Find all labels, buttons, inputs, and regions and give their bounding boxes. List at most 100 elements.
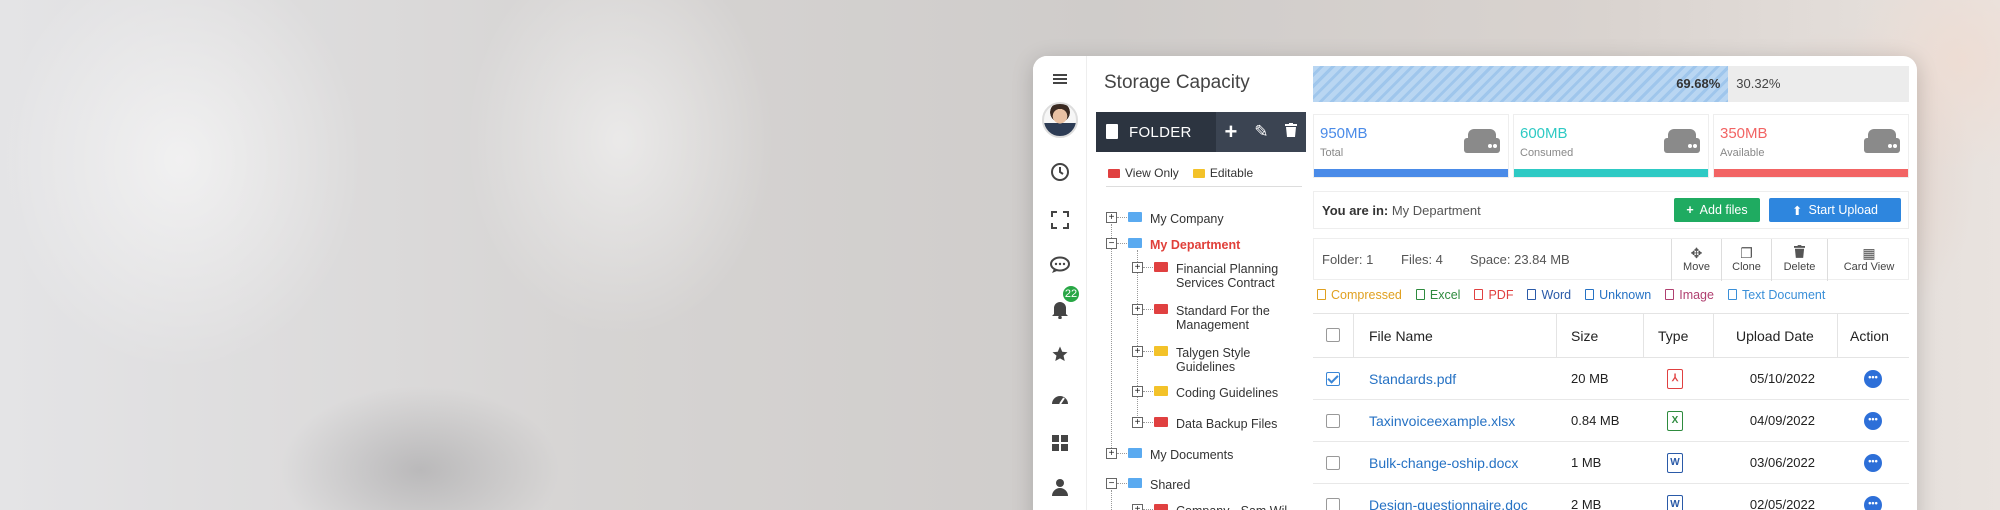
row-checkbox[interactable] bbox=[1326, 498, 1340, 510]
avatar[interactable] bbox=[1042, 102, 1078, 138]
column-separator bbox=[1556, 314, 1557, 358]
folder-icon bbox=[1154, 417, 1168, 427]
stat-total: 950MB Total bbox=[1313, 114, 1509, 178]
divider bbox=[1106, 186, 1302, 187]
delete-folder-icon[interactable] bbox=[1285, 122, 1298, 142]
tree-item-label: Standard For the Management bbox=[1176, 304, 1270, 332]
row-checkbox[interactable] bbox=[1326, 414, 1340, 428]
expand-icon[interactable]: + bbox=[1132, 304, 1143, 315]
file-name-link[interactable]: Taxinvoiceexample.xlsx bbox=[1369, 413, 1515, 429]
chat-icon[interactable] bbox=[1045, 250, 1075, 280]
expand-icon[interactable]: + bbox=[1106, 448, 1117, 459]
legend-editable: Editable bbox=[1192, 166, 1254, 180]
menu-icon[interactable] bbox=[1045, 64, 1075, 94]
row-checkbox[interactable] bbox=[1326, 456, 1340, 470]
more-actions-icon[interactable]: ••• bbox=[1864, 496, 1882, 510]
col-action: Action bbox=[1850, 328, 1889, 344]
stat-bar bbox=[1714, 169, 1908, 177]
file-type-word: Word bbox=[1527, 288, 1571, 302]
add-folder-icon[interactable]: + bbox=[1224, 119, 1237, 145]
trash-icon bbox=[1772, 245, 1827, 261]
col-upload-date[interactable]: Upload Date bbox=[1736, 328, 1814, 344]
tree-line bbox=[1111, 224, 1112, 456]
expand-icon[interactable]: + bbox=[1132, 504, 1143, 510]
col-size[interactable]: Size bbox=[1571, 328, 1598, 344]
column-separator bbox=[1353, 314, 1354, 358]
stat-label: Total bbox=[1320, 147, 1344, 159]
legend-label: View Only bbox=[1125, 166, 1179, 180]
file-icon bbox=[1665, 289, 1675, 300]
delete-label: Delete bbox=[1783, 261, 1816, 273]
add-files-label: Add files bbox=[1699, 203, 1748, 217]
upload-icon: ⬆ bbox=[1792, 203, 1803, 218]
capacity-used-fill: 69.68% bbox=[1313, 66, 1729, 102]
more-actions-icon[interactable]: ••• bbox=[1864, 412, 1882, 430]
delete-button[interactable]: Delete bbox=[1771, 239, 1827, 281]
dashboard-icon[interactable] bbox=[1045, 384, 1075, 414]
path-bar: You are in: My Department + Add files ⬆ St… bbox=[1313, 191, 1909, 229]
expand-icon[interactable]: + bbox=[1132, 417, 1143, 428]
folder-title: FOLDER bbox=[1129, 124, 1192, 141]
table-row[interactable]: Standards.pdf 20 MB ⅄ 05/10/2022 ••• bbox=[1313, 358, 1909, 400]
col-file-name[interactable]: File Name bbox=[1369, 328, 1433, 344]
expand-icon[interactable]: + bbox=[1106, 212, 1117, 223]
document-icon bbox=[1106, 124, 1118, 139]
add-files-button[interactable]: + Add files bbox=[1674, 198, 1760, 222]
more-actions-icon[interactable]: ••• bbox=[1864, 454, 1882, 472]
start-upload-label: Start Upload bbox=[1808, 203, 1878, 217]
file-name-link[interactable]: Design-questionnaire.doc bbox=[1369, 497, 1528, 510]
capacity-free-label: 30.32% bbox=[1736, 76, 1781, 91]
stat-available: 350MB Available bbox=[1713, 114, 1909, 178]
user-icon[interactable] bbox=[1045, 472, 1075, 502]
tree-item-label: Financial Planning Services Contract bbox=[1176, 262, 1279, 290]
clone-label: Clone bbox=[1732, 261, 1761, 273]
file-table: File Name Size Type Upload Date Action S… bbox=[1313, 313, 1909, 510]
expand-icon[interactable]: + bbox=[1132, 262, 1143, 273]
file-name-link[interactable]: Bulk-change-oship.docx bbox=[1369, 455, 1518, 471]
tree-item-label: My Documents bbox=[1150, 448, 1234, 462]
edit-folder-icon[interactable]: ✎ bbox=[1254, 122, 1268, 142]
stat-bar bbox=[1514, 169, 1708, 177]
expand-icon[interactable]: + bbox=[1132, 346, 1143, 357]
row-checkbox[interactable] bbox=[1326, 372, 1340, 386]
capacity-used-label: 69.68% bbox=[1676, 76, 1721, 91]
upload-date: 03/06/2022 bbox=[1749, 455, 1815, 470]
tree-item-label: Talygen Style Guidelines bbox=[1176, 346, 1251, 374]
start-upload-button[interactable]: ⬆ Start Upload bbox=[1769, 198, 1901, 222]
legend-view-only: View Only bbox=[1108, 166, 1179, 180]
select-all-checkbox[interactable] bbox=[1326, 328, 1340, 342]
file-icon bbox=[1727, 289, 1737, 300]
star-icon[interactable] bbox=[1045, 339, 1075, 369]
hard-drive-icon bbox=[1464, 129, 1500, 153]
storage-capacity-bar: 69.68% 30.32% bbox=[1313, 66, 1909, 102]
more-actions-icon[interactable]: ••• bbox=[1864, 370, 1882, 388]
breadcrumb: You are in: My Department bbox=[1322, 203, 1481, 218]
folder-icon bbox=[1128, 238, 1142, 248]
col-type[interactable]: Type bbox=[1658, 328, 1688, 344]
file-icon bbox=[1317, 289, 1326, 300]
collapse-icon[interactable]: − bbox=[1106, 478, 1117, 489]
file-name-link[interactable]: Standards.pdf bbox=[1369, 371, 1456, 387]
fullscreen-icon[interactable] bbox=[1045, 205, 1075, 235]
upload-date: 05/10/2022 bbox=[1749, 371, 1815, 386]
stat-label: Available bbox=[1720, 147, 1765, 159]
folder-header: FOLDER + ✎ bbox=[1096, 112, 1306, 152]
folder-icon bbox=[1154, 504, 1168, 510]
file-size: 2 MB bbox=[1571, 497, 1602, 510]
table-row[interactable]: Bulk-change-oship.docx 1 MB W 03/06/2022 ••• bbox=[1313, 442, 1909, 484]
file-type-unknown: Unknown bbox=[1585, 288, 1651, 302]
legend-label: Editable bbox=[1209, 166, 1254, 180]
move-button[interactable]: ✥ Move bbox=[1671, 239, 1721, 281]
card-view-label: Card View bbox=[1843, 261, 1895, 273]
clone-icon: ❐ bbox=[1740, 245, 1753, 261]
grid-icon[interactable] bbox=[1045, 428, 1075, 458]
stat-value: 950MB bbox=[1320, 125, 1368, 142]
file-type-image: Image bbox=[1665, 288, 1714, 302]
collapse-icon[interactable]: − bbox=[1106, 238, 1117, 249]
clone-button[interactable]: ❐ Clone bbox=[1721, 239, 1771, 281]
table-row[interactable]: Design-questionnaire.doc 2 MB W 02/05/2022 •… bbox=[1313, 484, 1909, 510]
expand-icon[interactable]: + bbox=[1132, 386, 1143, 397]
table-row[interactable]: Taxinvoiceexample.xlsx 0.84 MB X 04/09/2022… bbox=[1313, 400, 1909, 442]
card-view-button[interactable]: ▦ Card View bbox=[1827, 239, 1910, 281]
clock-icon[interactable] bbox=[1045, 157, 1075, 187]
